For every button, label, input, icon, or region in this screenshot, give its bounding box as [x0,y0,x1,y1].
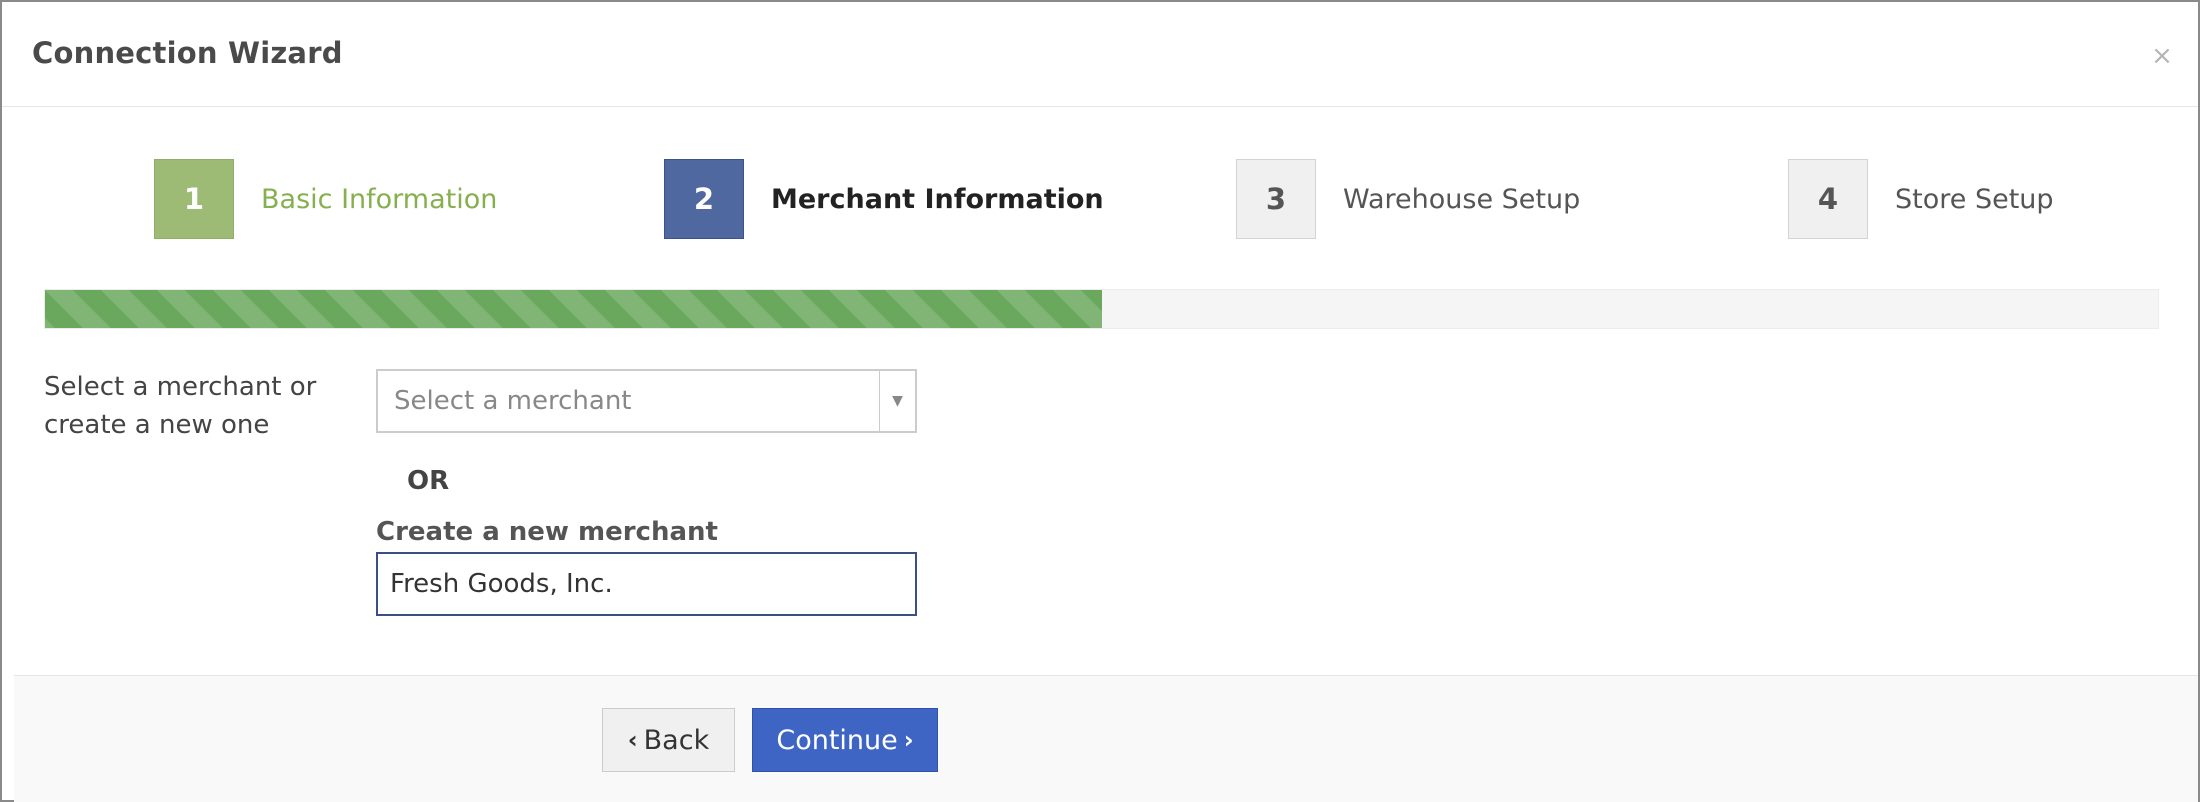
progress-track [44,289,2159,329]
step-number: 2 [664,159,744,239]
back-button-label: Back [643,724,710,756]
chevron-right-icon: › [903,726,914,754]
continue-button-label: Continue [776,724,898,756]
close-icon[interactable]: × [2148,42,2176,70]
step-label: Basic Information [261,183,498,215]
modal-header: Connection Wizard × [2,2,2198,107]
step-merchant-information[interactable]: 2 Merchant Information [664,159,1104,239]
modal-footer: ‹ Back Continue › [14,675,2198,802]
connection-wizard-modal: Connection Wizard × 1 Basic Information … [0,0,2200,802]
step-number: 4 [1788,159,1868,239]
step-label: Warehouse Setup [1343,183,1581,215]
or-divider-label: OR [407,466,450,496]
back-button[interactable]: ‹ Back [602,708,735,772]
merchant-field-label: Select a merchant or create a new one [44,372,317,440]
step-store-setup[interactable]: 4 Store Setup [1788,159,2054,239]
step-number: 3 [1236,159,1316,239]
select-placeholder: Select a merchant [394,386,632,416]
progress-bar [45,290,1102,328]
modal-title: Connection Wizard [32,36,343,70]
continue-button[interactable]: Continue › [752,708,938,772]
step-label: Merchant Information [771,183,1104,215]
step-basic-information[interactable]: 1 Basic Information [154,159,497,239]
step-number: 1 [154,159,234,239]
new-merchant-label: Create a new merchant [376,517,718,547]
new-merchant-input[interactable] [376,552,917,616]
merchant-select[interactable]: Select a merchant ▼ [376,369,917,433]
caret-down-icon[interactable]: ▼ [879,371,915,431]
step-warehouse-setup[interactable]: 3 Warehouse Setup [1236,159,1580,239]
wizard-steps: 1 Basic Information 2 Merchant Informati… [2,159,2198,239]
chevron-left-icon: ‹ [627,726,638,754]
step-label: Store Setup [1895,183,2054,215]
